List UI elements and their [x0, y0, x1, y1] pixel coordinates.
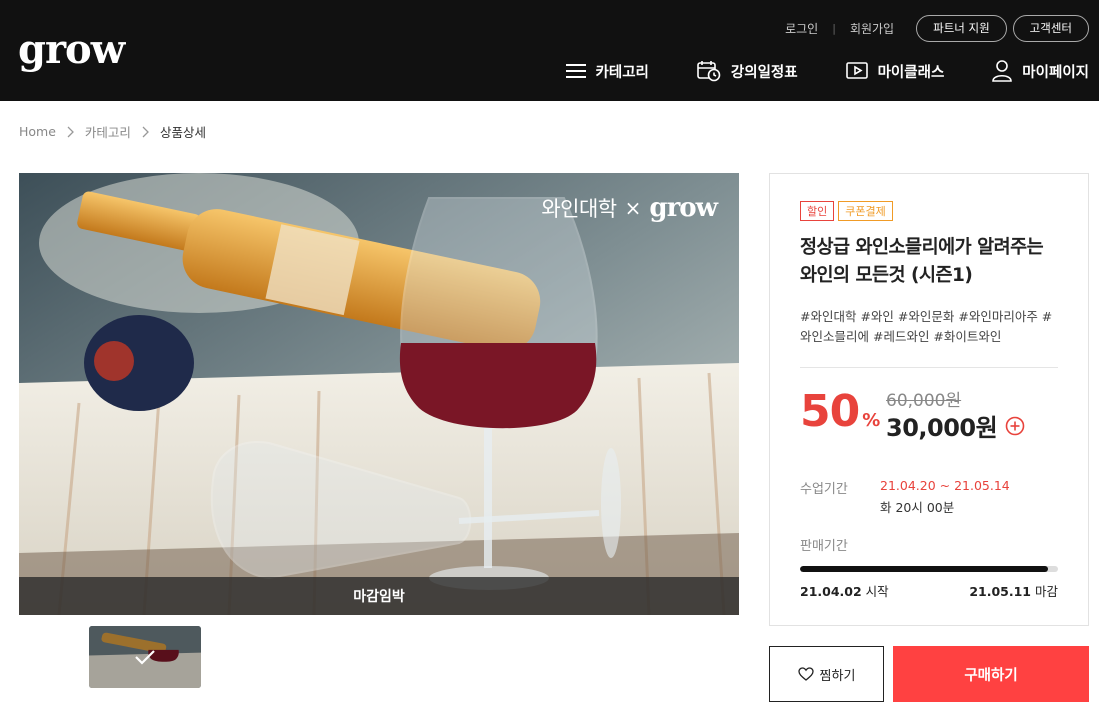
product-tags: #와인대학 #와인 #와인문화 #와인마리아주 #와인소믈리에 #레드와인 #화…	[800, 309, 1053, 344]
discount-rate: 50 %	[800, 386, 880, 437]
breadcrumb-home[interactable]: Home	[19, 124, 56, 139]
nav-schedule[interactable]: 강의일정표	[697, 60, 798, 82]
login-link[interactable]: 로그인	[785, 20, 818, 37]
chevron-right-icon	[67, 126, 74, 138]
sale-progress-bar	[800, 566, 1058, 572]
buy-button[interactable]: 구매하기	[893, 646, 1089, 702]
breadcrumb-current: 상품상세	[159, 125, 206, 140]
sale-end-date: 21.05.11	[969, 584, 1031, 599]
hero-brand-x: ×	[624, 196, 642, 220]
sale-badge: 할인	[800, 201, 835, 221]
image-thumbnail[interactable]	[89, 626, 201, 688]
class-period-time: 화 20시 00분	[880, 500, 955, 515]
chevron-right-icon	[142, 126, 149, 138]
user-icon	[992, 60, 1013, 82]
partner-button[interactable]: 파트너 지원	[916, 14, 1007, 42]
plus-circle-icon[interactable]	[1005, 416, 1025, 436]
badge-group: 할인 쿠폰결제	[800, 201, 897, 221]
top-links: 로그인 | 회원가입 파트너 지원 고객센터	[785, 14, 1089, 42]
class-period-label: 수업기간	[800, 482, 848, 497]
play-screen-icon	[845, 62, 868, 79]
hero-brand-logo: grow	[649, 193, 718, 223]
sale-period-label: 판매기간	[800, 539, 848, 554]
signup-link[interactable]: 회원가입	[850, 20, 894, 37]
discount-unit: %	[862, 410, 881, 431]
nav-myclass[interactable]: 마이클래스	[845, 61, 945, 82]
divider	[800, 367, 1058, 368]
sale-start-suffix: 시작	[865, 584, 889, 599]
hero-brand-partner: 와인대학	[541, 197, 617, 221]
sale-progress-fill	[800, 566, 1048, 572]
logo[interactable]: grow	[18, 30, 125, 70]
sale-start-date: 21.04.02	[800, 584, 862, 599]
wine-photo-illustration	[19, 173, 739, 615]
sale-price-value: 30,000원	[886, 414, 998, 442]
breadcrumb-category[interactable]: 카테고리	[85, 122, 131, 141]
hero-brand-mark: 와인대학 × grow	[541, 193, 718, 223]
nav-mypage-label: 마이페이지	[1022, 64, 1089, 81]
check-icon	[89, 626, 201, 688]
class-period-dates: 21.04.20 ~ 21.05.14	[880, 478, 1010, 493]
wishlist-label: 찜하기	[819, 668, 856, 684]
sale-end-suffix: 마감	[1034, 584, 1058, 599]
separator: |	[832, 21, 836, 35]
closing-soon-label: 마감임박	[353, 589, 405, 605]
breadcrumb: Home 카테고리 상품상세	[19, 122, 206, 141]
nav-schedule-label: 강의일정표	[730, 64, 798, 81]
sale-price: 30,000원	[886, 408, 1025, 443]
sale-end: 21.05.11 마감	[969, 581, 1058, 600]
discount-value: 50	[800, 386, 860, 437]
wishlist-button[interactable]: 찜하기	[769, 646, 884, 702]
nav-category-label: 카테고리	[595, 64, 649, 81]
heart-icon	[797, 667, 814, 681]
closing-soon-banner: 마감임박	[19, 577, 739, 615]
product-image: 와인대학 × grow 마감임박	[19, 173, 739, 615]
site-header: grow 로그인 | 회원가입 파트너 지원 고객센터 카테고리 강의일정표 마…	[0, 0, 1099, 101]
sale-start: 21.04.02 시작	[800, 581, 889, 600]
buy-label: 구매하기	[964, 667, 1018, 684]
coupon-badge: 쿠폰결제	[838, 201, 893, 221]
main-nav: 카테고리 강의일정표 마이클래스 마이페이지	[565, 58, 1089, 84]
calendar-clock-icon	[697, 61, 721, 82]
nav-category[interactable]: 카테고리	[565, 61, 649, 82]
menu-icon	[565, 64, 586, 78]
product-info-card: 할인 쿠폰결제 정상급 와인소믈리에가 알려주는 와인의 모든것 (시즌1) #…	[769, 173, 1089, 626]
nav-myclass-label: 마이클래스	[877, 64, 945, 81]
support-button[interactable]: 고객센터	[1012, 14, 1089, 42]
nav-mypage[interactable]: 마이페이지	[992, 60, 1089, 82]
product-title: 정상급 와인소믈리에가 알려주는 와인의 모든것 (시즌1)	[800, 237, 1044, 286]
